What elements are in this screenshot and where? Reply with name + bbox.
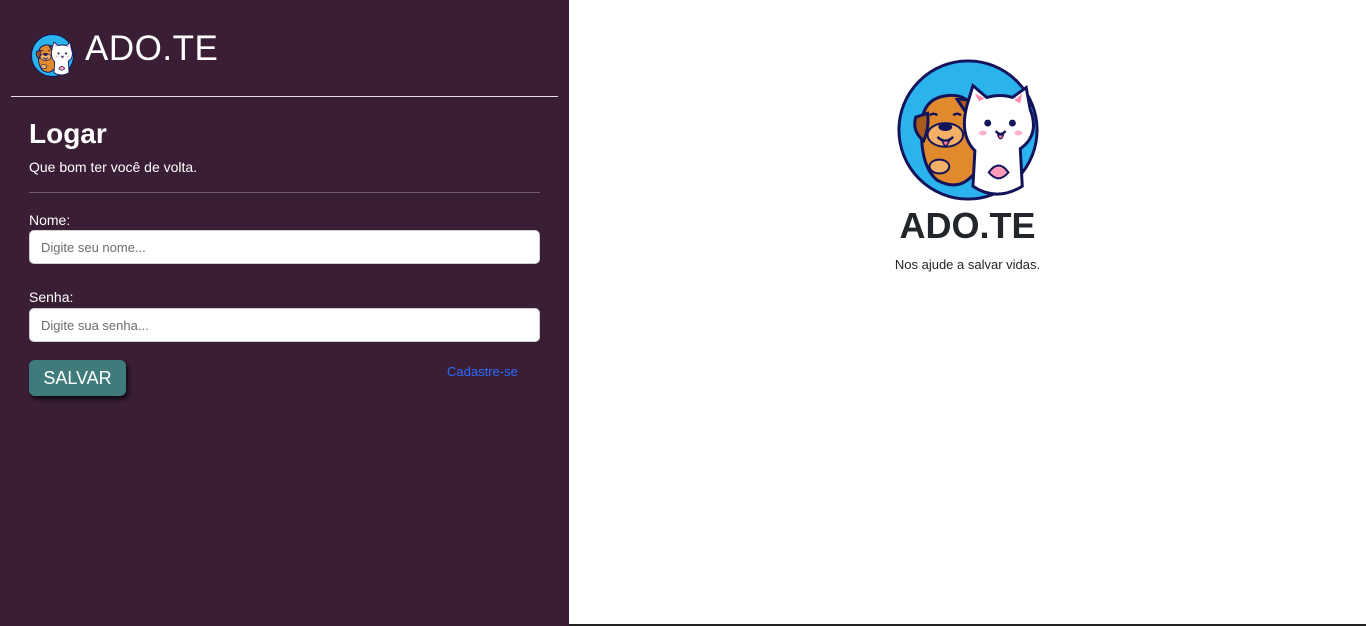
signup-link[interactable]: Cadastre-se <box>447 364 518 379</box>
dog-and-cat-logo-icon <box>894 56 1042 204</box>
form-divider <box>29 192 540 193</box>
brand-name: ADO.TE <box>85 29 219 68</box>
password-label: Senha: <box>29 289 74 305</box>
login-panel: ADO.TE Logar Que bom ter você de volta. … <box>0 0 569 626</box>
hero-tagline: Nos ajude a salvar vidas. <box>894 257 1041 272</box>
name-input[interactable] <box>29 230 540 264</box>
hero-panel: ADO.TE Nos ajude a salvar vidas. <box>569 0 1366 626</box>
password-input[interactable] <box>29 308 540 342</box>
brand-header: ADO.TE <box>30 29 219 80</box>
name-label: Nome: <box>29 212 71 228</box>
hero-title: ADO.TE <box>899 205 1036 246</box>
login-title: Logar <box>29 118 107 149</box>
save-button[interactable]: SALVAR <box>29 360 126 396</box>
login-subtitle: Que bom ter você de volta. <box>29 159 198 175</box>
header-divider <box>11 96 558 97</box>
dog-and-cat-logo-icon <box>30 33 75 78</box>
